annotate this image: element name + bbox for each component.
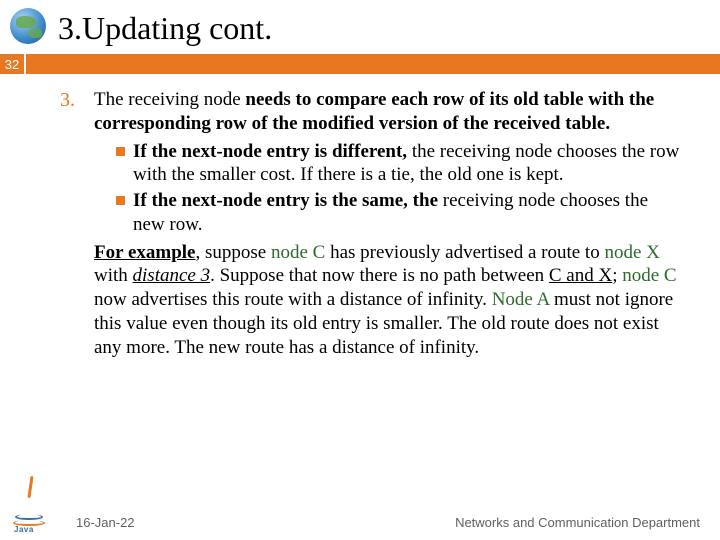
- footer-date: 16-Jan-22: [76, 515, 135, 530]
- slide-title: 3.Updating cont.: [58, 10, 272, 47]
- text: ;: [612, 265, 622, 286]
- bullet-icon: [116, 196, 125, 205]
- text-bold: If the next-node entry is different,: [133, 141, 407, 162]
- text-bold-underline: For example: [94, 242, 196, 263]
- text-bold: If the next-node entry is the same, the: [133, 190, 438, 211]
- divider-bar: 32: [0, 54, 720, 74]
- numbered-item: 3. The receiving node needs to compare e…: [60, 88, 680, 359]
- sub-bullet: If the next-node entry is the same, the …: [116, 189, 680, 237]
- footer-department: Networks and Communication Department: [455, 515, 700, 530]
- text: , suppose: [196, 242, 271, 263]
- item-number: 3.: [60, 88, 88, 113]
- item-body: The receiving node needs to compare each…: [94, 88, 680, 359]
- bullet-icon: [116, 147, 125, 156]
- sub-bullet: If the next-node entry is different, the…: [116, 140, 680, 188]
- slide-content: 3. The receiving node needs to compare e…: [0, 74, 720, 359]
- text: with: [94, 265, 133, 286]
- text-green: node C: [622, 265, 676, 286]
- slide-header: 3.Updating cont.: [0, 0, 720, 54]
- text-underline: C and X: [549, 265, 612, 286]
- slide-footer: 16-Jan-22 Networks and Communication Dep…: [0, 515, 720, 530]
- text: . Suppose that now there is no path betw…: [210, 265, 549, 286]
- text: now advertises this route with a distanc…: [94, 289, 492, 310]
- text: The receiving node: [94, 89, 245, 110]
- text: has previously advertised a route to: [325, 242, 604, 263]
- text-underline-italic: distance 3: [133, 265, 211, 286]
- sub-bullet-list: If the next-node entry is different, the…: [116, 140, 680, 237]
- text-green: node X: [604, 242, 659, 263]
- text-green: Node A: [492, 289, 550, 310]
- globe-icon: [10, 8, 50, 48]
- slide-number: 32: [0, 54, 26, 74]
- text-green: node C: [271, 242, 325, 263]
